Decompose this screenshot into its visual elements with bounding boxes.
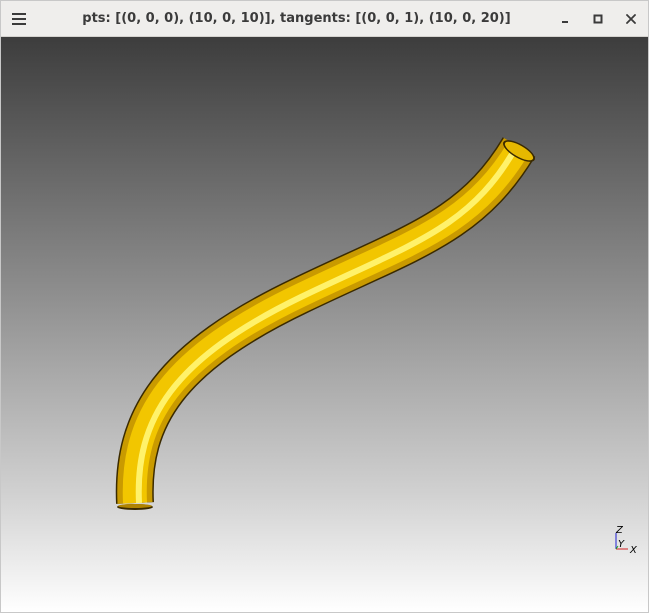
maximize-button[interactable] [586,7,610,31]
app-window: pts: [(0, 0, 0), (10, 0, 10)], tangents:… [0,0,649,613]
x-axis-label: X [629,545,638,556]
menu-button[interactable] [7,7,31,31]
swept-tube-shape [115,137,536,510]
3d-viewport[interactable]: Z Y X [1,37,648,612]
maximize-icon [593,14,603,24]
window-title: pts: [(0, 0, 0), (10, 0, 10)], tangents:… [82,11,511,26]
close-icon [626,14,636,24]
y-axis-label: Y [618,539,625,550]
close-button[interactable] [619,7,643,31]
axis-triad: Z Y X [615,525,638,556]
hamburger-menu-icon [12,13,26,25]
minimize-icon [562,21,568,23]
z-axis-label: Z [615,525,624,536]
title-bar[interactable]: pts: [(0, 0, 0), (10, 0, 10)], tangents:… [1,1,648,37]
minimize-button[interactable] [553,7,577,31]
